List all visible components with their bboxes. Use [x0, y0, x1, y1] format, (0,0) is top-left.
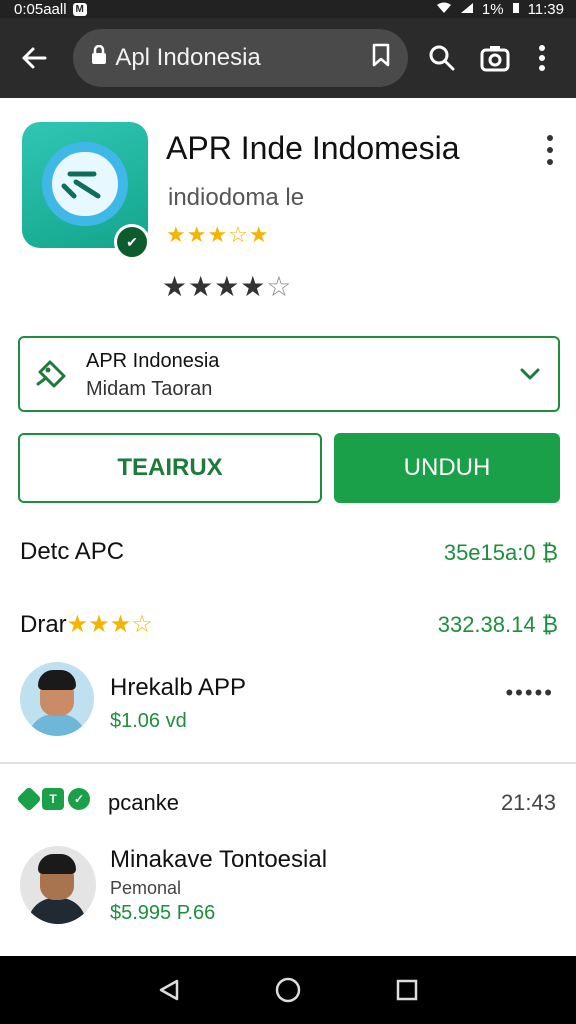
back-arrow-icon[interactable] [14, 38, 53, 78]
nav-recents-icon[interactable] [387, 970, 427, 1010]
signal-icon [460, 1, 474, 18]
app-more-icon[interactable] [538, 130, 562, 170]
tags-time: 21:43 [500, 790, 556, 815]
notification-badge: M [72, 2, 87, 16]
url-text: Apl Indonesia [115, 44, 261, 71]
camera-icon[interactable] [475, 38, 514, 78]
lock-icon [91, 44, 107, 72]
selector-subtitle: Midam Taoran [86, 378, 213, 400]
divider [0, 762, 576, 764]
info-row-value: 35e15a:0 ₿ [443, 540, 558, 565]
secondary-button[interactable]: TEAIRUX [18, 433, 322, 503]
app-developer[interactable]: indiodoma le [168, 184, 304, 212]
selector-title: APR Indonesia [86, 350, 220, 372]
status-time: 11:39 [527, 0, 564, 18]
app-icon: ✔ [22, 122, 150, 260]
download-button[interactable]: UNDUH [334, 433, 560, 503]
review-name[interactable]: Hrekalb APP [110, 674, 246, 702]
app-title: APR Inde Indomesia [166, 130, 460, 166]
more-vertical-icon[interactable] [523, 38, 562, 78]
check-badge-icon: ✓ [68, 788, 90, 810]
nav-home-icon[interactable] [268, 970, 308, 1010]
review-price: $1.06 vd [110, 710, 187, 732]
chat-bubble-icon [42, 142, 128, 226]
avatar[interactable] [20, 662, 94, 736]
more-dots-icon[interactable]: ••••• [505, 680, 554, 706]
system-nav-bar [0, 956, 576, 1024]
avatar[interactable] [20, 846, 96, 924]
gold-star-rating: ★★★☆★ [166, 222, 270, 247]
url-bar[interactable]: Apl Indonesia [73, 29, 409, 87]
bookmark-icon[interactable] [372, 43, 390, 74]
info-row-label: Detc APC [20, 538, 125, 565]
info-row-label-with-stars: Drar★★★☆ [20, 610, 153, 639]
info-row-stars: ★★★☆ [66, 611, 153, 638]
search-icon[interactable] [422, 38, 461, 78]
tags-label: pcanke [108, 790, 179, 815]
info-row-label: Drar [20, 611, 67, 638]
wifi-icon [436, 1, 452, 18]
info-row-value: 332.38.14 ₿ [437, 612, 558, 637]
t-badge-icon: T [42, 788, 64, 810]
battery-icon [512, 1, 520, 18]
review-name[interactable]: Minakave Tontoesial [110, 846, 327, 874]
tag-icon [34, 356, 70, 392]
status-left-text: 0:05aall [14, 0, 67, 18]
dark-star-rating: ★★★★☆ [162, 271, 293, 302]
nav-back-icon[interactable] [149, 970, 189, 1010]
diamond-icon [16, 786, 42, 812]
review-price: $5.995 P.66 [110, 902, 216, 924]
browser-toolbar: Apl Indonesia [0, 18, 576, 98]
variant-selector[interactable]: APR Indonesia Midam Taoran [18, 336, 560, 412]
chevron-down-icon[interactable] [518, 362, 542, 386]
review-role: Pemonal [110, 878, 182, 898]
status-bar: 0:05aall M 1% 11:39 [0, 0, 576, 18]
tag-icons: T ✓ [16, 786, 90, 812]
verified-badge-icon: ✔ [114, 224, 150, 260]
battery-text: 1% [481, 0, 504, 18]
